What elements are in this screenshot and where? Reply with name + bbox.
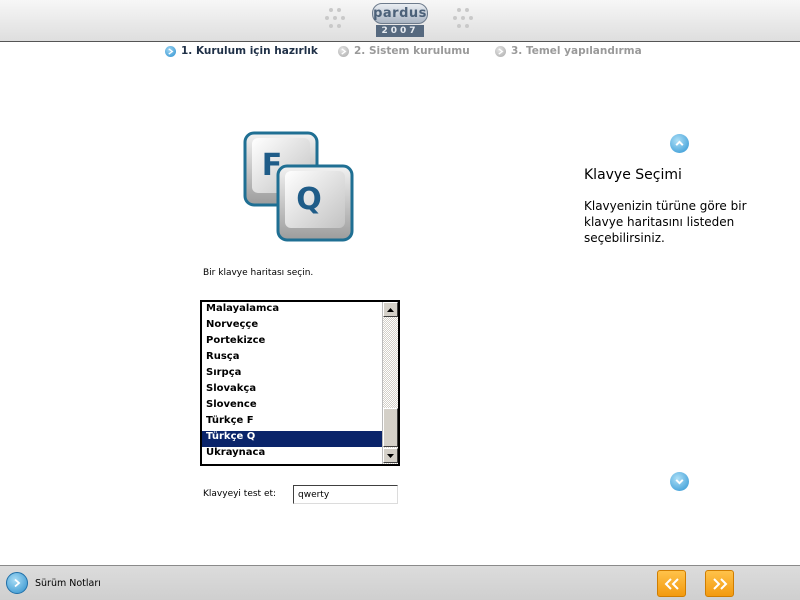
scroll-down-button[interactable]	[383, 448, 398, 463]
release-notes-button[interactable]: Sürüm Notları	[6, 571, 101, 595]
test-label: Klavyeyi test et:	[203, 489, 277, 499]
release-notes-label: Sürüm Notları	[35, 577, 101, 589]
header-dots-left	[325, 8, 349, 32]
next-button[interactable]	[705, 570, 734, 597]
layout-list-item[interactable]: Türkçe F	[202, 415, 382, 431]
triangle-down-icon	[387, 453, 394, 458]
chevron-up-icon	[675, 140, 684, 146]
chevron-down-icon	[675, 479, 684, 485]
logo-year: 2007	[376, 25, 424, 37]
step-system-install: 2. Sistem kurulumu	[338, 44, 470, 58]
layout-list-item[interactable]: Portekizce	[202, 335, 382, 351]
arrow-right-icon	[6, 572, 28, 594]
layout-list-item[interactable]: Türkçe Q	[202, 431, 382, 447]
scroll-up-button[interactable]	[383, 302, 398, 317]
help-scroll-up-button[interactable]	[670, 134, 689, 153]
layout-list-item[interactable]: Slovence	[202, 399, 382, 415]
help-scroll-down-button[interactable]	[670, 472, 689, 491]
help-text: Klavyenizin türüne göre bir klavye harit…	[584, 199, 747, 245]
footer-bar: Sürüm Notları	[0, 565, 800, 600]
keyboard-layout-list[interactable]: Malayalamca Norveççe Portekizce Rusça Sırpça…	[200, 300, 400, 466]
back-button[interactable]	[657, 570, 686, 597]
layout-list-item[interactable]: Norveççe	[202, 319, 382, 335]
scroll-thumb[interactable]	[383, 408, 398, 447]
keyboard-keys-icon: F Q	[243, 131, 354, 242]
step-label: 1. Kurulum için hazırlık	[181, 45, 318, 57]
layout-list-item[interactable]: Malayalamca	[202, 303, 382, 319]
pardus-logo: pardus 2007	[372, 3, 428, 39]
step-arrow-icon	[338, 45, 349, 57]
layout-list-item[interactable]: Ukraynaca	[202, 447, 382, 463]
double-chevron-right-icon	[712, 577, 727, 590]
logo-wordmark: pardus	[372, 3, 428, 24]
double-chevron-left-icon	[664, 577, 679, 590]
step-arrow-icon	[495, 45, 506, 57]
step-label: 3. Temel yapılandırma	[511, 45, 642, 57]
installer-window: pardus 2007 1. Kurulum için hazırlık 2. …	[0, 0, 800, 600]
step-basic-config: 3. Temel yapılandırma	[495, 44, 642, 58]
triangle-up-icon	[387, 307, 394, 312]
layout-list-item[interactable]: Rusça	[202, 351, 382, 367]
step-preparation: 1. Kurulum için hazırlık	[165, 44, 318, 58]
step-arrow-icon	[165, 45, 176, 57]
key-q-label: Q	[296, 182, 322, 217]
layout-list-item[interactable]: Slovakça	[202, 383, 382, 399]
step-label: 2. Sistem kurulumu	[354, 45, 470, 57]
header-bar: pardus 2007	[0, 0, 800, 42]
layout-prompt: Bir klavye haritası seçin.	[203, 268, 314, 278]
keyboard-test-input[interactable]	[293, 485, 398, 504]
header-dots-right	[453, 8, 477, 32]
list-scrollbar[interactable]	[382, 302, 398, 464]
layout-list-item[interactable]: Sırpça	[202, 367, 382, 383]
help-title: Klavye Seçimi	[584, 167, 682, 183]
